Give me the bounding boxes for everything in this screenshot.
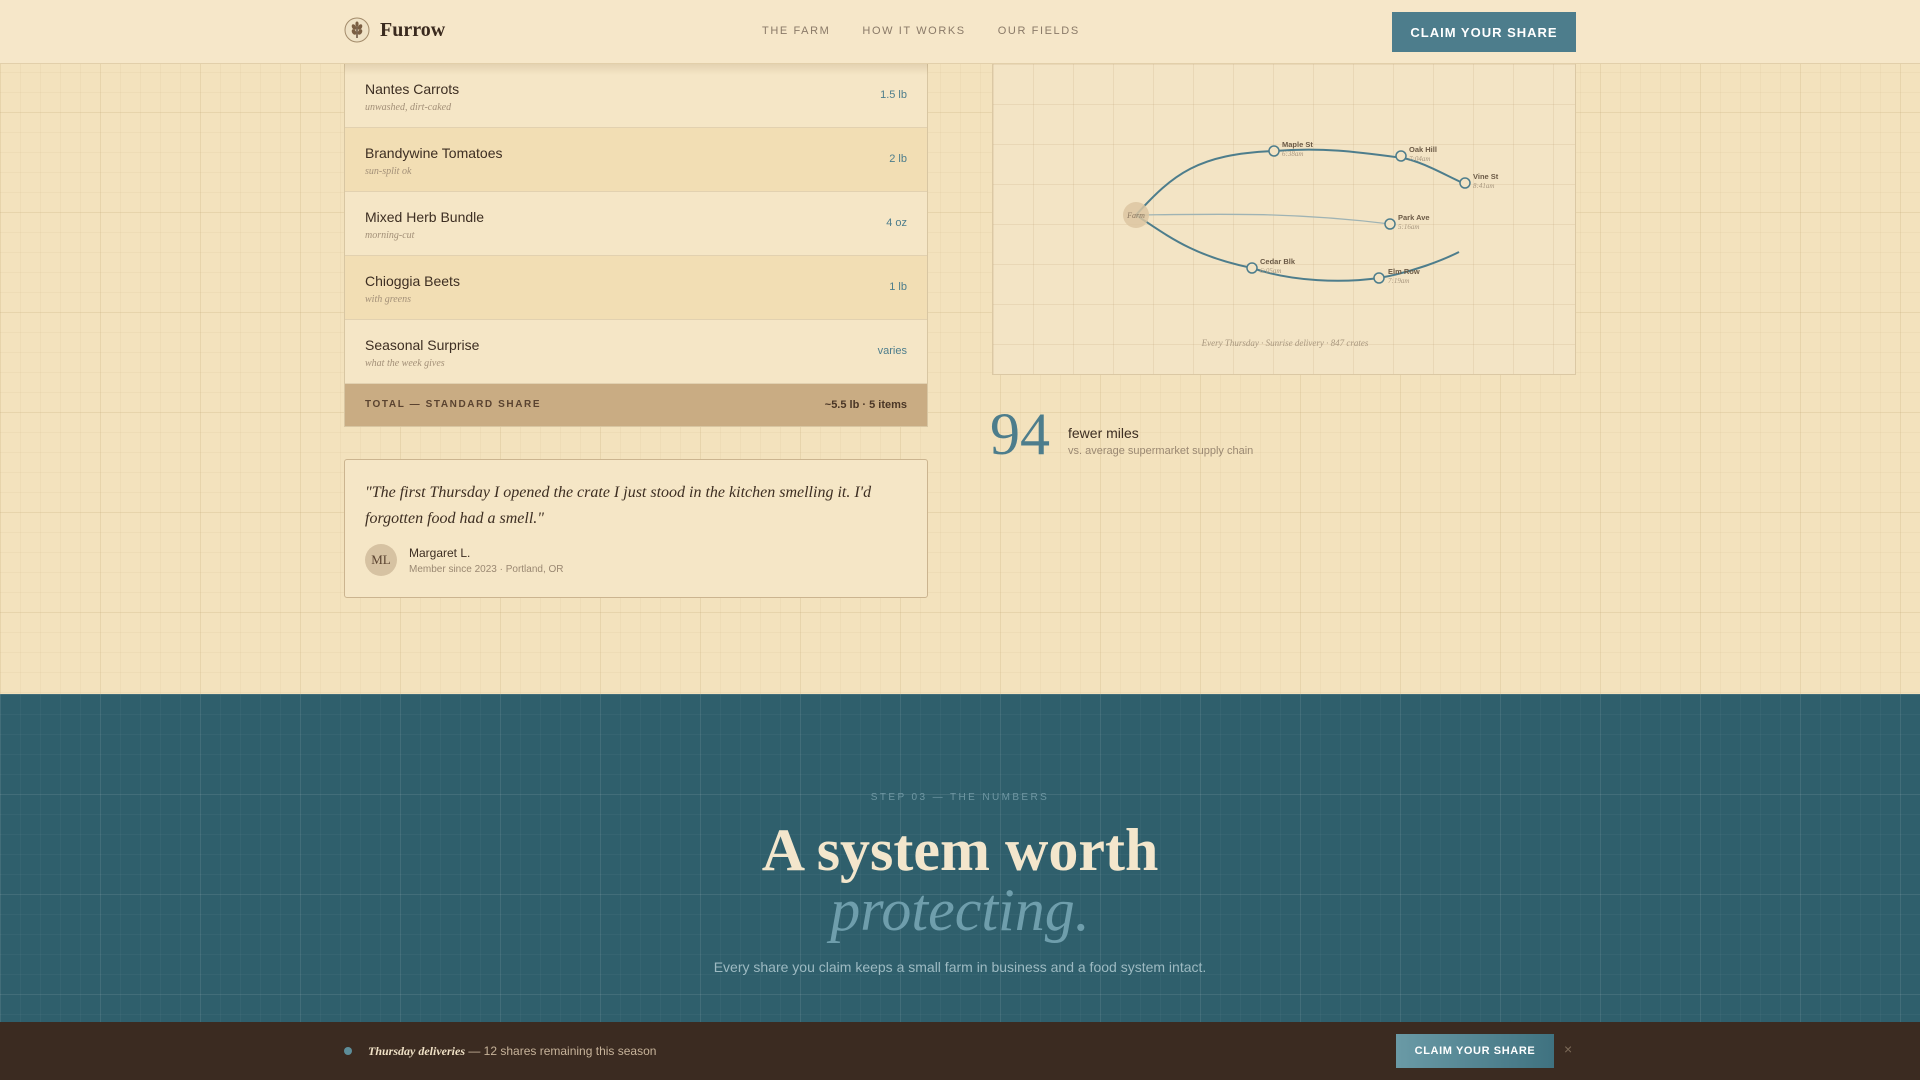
miles-stat-label: fewer miles bbox=[1068, 425, 1139, 441]
delivery-route-map: Farm Maple St 6:38am Oak Hill 7:04am Vin… bbox=[992, 64, 1576, 375]
announcement-text: Thursday deliveries — 12 shares remainin… bbox=[368, 1044, 656, 1059]
list-item: Seasonal Surprise what the week gives va… bbox=[345, 320, 927, 384]
miles-stat-number: 94 bbox=[990, 401, 1050, 467]
item-note: morning-cut bbox=[365, 230, 415, 241]
stop-name: Elm Row bbox=[1388, 267, 1420, 276]
stop-cedar-blk: Cedar Blk 6:05am bbox=[1246, 257, 1296, 275]
share-contents-list: Nantes Carrots unwashed, dirt-caked 1.5 … bbox=[344, 64, 928, 427]
announcement-body: — 12 shares remaining this season bbox=[465, 1044, 657, 1058]
nav-how-it-works[interactable]: HOW IT WORKS bbox=[862, 25, 965, 37]
nav-the-farm[interactable]: THE FARM bbox=[762, 25, 830, 37]
section-subtext: Every share you claim keeps a small farm… bbox=[713, 959, 1207, 975]
stop-park-ave: Park Ave 5:16am bbox=[1384, 213, 1430, 231]
list-item: Brandywine Tomatoes sun-split ok 2 lb bbox=[345, 128, 927, 192]
stop-elm-row: Elm Row 7:19am bbox=[1373, 267, 1420, 285]
item-quantity: 2 lb bbox=[889, 153, 907, 165]
main-nav: THE FARM HOW IT WORKS OUR FIELDS bbox=[762, 25, 1080, 37]
stop-time: 8:41am bbox=[1473, 182, 1494, 190]
item-name: Seasonal Surprise bbox=[365, 337, 480, 353]
item-name: Brandywine Tomatoes bbox=[365, 145, 503, 161]
stop-name: Park Ave bbox=[1398, 213, 1430, 222]
item-note: sun-split ok bbox=[365, 166, 412, 177]
total-value: ~5.5 lb · 5 items bbox=[824, 399, 907, 411]
total-label: TOTAL — STANDARD SHARE bbox=[365, 399, 542, 410]
item-quantity: 1.5 lb bbox=[880, 89, 907, 101]
avatar: ML bbox=[365, 544, 397, 576]
route-map-graphic: Farm Maple St 6:38am Oak Hill 7:04am Vin… bbox=[1123, 140, 1499, 285]
stop-oak-hill: Oak Hill 7:04am bbox=[1395, 145, 1437, 163]
list-item: Chioggia Beets with greens 1 lb bbox=[345, 256, 927, 320]
stop-name: Cedar Blk bbox=[1260, 257, 1296, 266]
miles-stat-sub: vs. average supermarket supply chain bbox=[1068, 445, 1254, 457]
item-quantity: varies bbox=[877, 345, 907, 357]
testimonial-author: Margaret L. bbox=[409, 546, 471, 560]
brand-logo[interactable]: Furrow bbox=[344, 17, 445, 43]
testimonial-quote: "The first Thursday I opened the crate I… bbox=[365, 484, 872, 527]
map-caption: Every Thursday · Sunrise delivery · 847 … bbox=[1201, 338, 1369, 348]
stop-vine-st: Vine St 8:41am bbox=[1459, 172, 1499, 190]
section-headline-accent: protecting. bbox=[830, 877, 1090, 943]
item-quantity: 1 lb bbox=[889, 281, 907, 293]
header-shadow bbox=[344, 63, 928, 75]
stop-time: 7:04am bbox=[1409, 155, 1430, 163]
numbers-section: STEP 03 — THE NUMBERS A system worth pro… bbox=[0, 694, 1920, 1022]
item-quantity: 4 oz bbox=[886, 217, 907, 229]
section-eyebrow: STEP 03 — THE NUMBERS bbox=[870, 792, 1050, 803]
share-total-row: TOTAL — STANDARD SHARE ~5.5 lb · 5 items bbox=[345, 384, 927, 426]
stop-name: Maple St bbox=[1282, 140, 1313, 149]
item-note: with greens bbox=[365, 294, 412, 305]
item-note: what the week gives bbox=[365, 358, 445, 369]
testimonial-meta: Member since 2023 · Portland, OR bbox=[409, 564, 564, 575]
stop-time: 6:38am bbox=[1282, 150, 1303, 158]
claim-share-button[interactable]: CLAIM YOUR SHARE bbox=[1392, 12, 1576, 52]
brand-name: Furrow bbox=[380, 18, 446, 41]
wheat-badge-icon bbox=[344, 17, 370, 43]
route-line bbox=[1135, 213, 1391, 225]
item-name: Mixed Herb Bundle bbox=[365, 209, 485, 225]
sticky-announcement-bar: Thursday deliveries — 12 shares remainin… bbox=[0, 1022, 1920, 1080]
status-dot-icon bbox=[344, 1047, 352, 1055]
farm-origin-label: Farm bbox=[1126, 211, 1145, 220]
item-name: Nantes Carrots bbox=[365, 81, 460, 97]
stop-time: 7:19am bbox=[1388, 277, 1409, 285]
stop-time: 6:05am bbox=[1260, 267, 1281, 275]
close-icon[interactable]: × bbox=[1564, 1041, 1572, 1057]
testimonial-card: "The first Thursday I opened the crate I… bbox=[344, 459, 928, 598]
announcement-highlight: Thursday deliveries bbox=[368, 1044, 465, 1058]
site-header: Furrow THE FARM HOW IT WORKS OUR FIELDS … bbox=[0, 0, 1920, 64]
stop-name: Oak Hill bbox=[1409, 145, 1437, 154]
list-item: Mixed Herb Bundle morning-cut 4 oz bbox=[345, 192, 927, 256]
section-headline: A system worth bbox=[761, 817, 1159, 883]
nav-our-fields[interactable]: OUR FIELDS bbox=[998, 25, 1080, 37]
item-note: unwashed, dirt-caked bbox=[365, 102, 452, 113]
item-name: Chioggia Beets bbox=[365, 273, 460, 289]
claim-share-bottom-button[interactable]: CLAIM YOUR SHARE bbox=[1396, 1034, 1554, 1068]
stop-name: Vine St bbox=[1473, 172, 1499, 181]
stop-time: 5:16am bbox=[1398, 223, 1419, 231]
